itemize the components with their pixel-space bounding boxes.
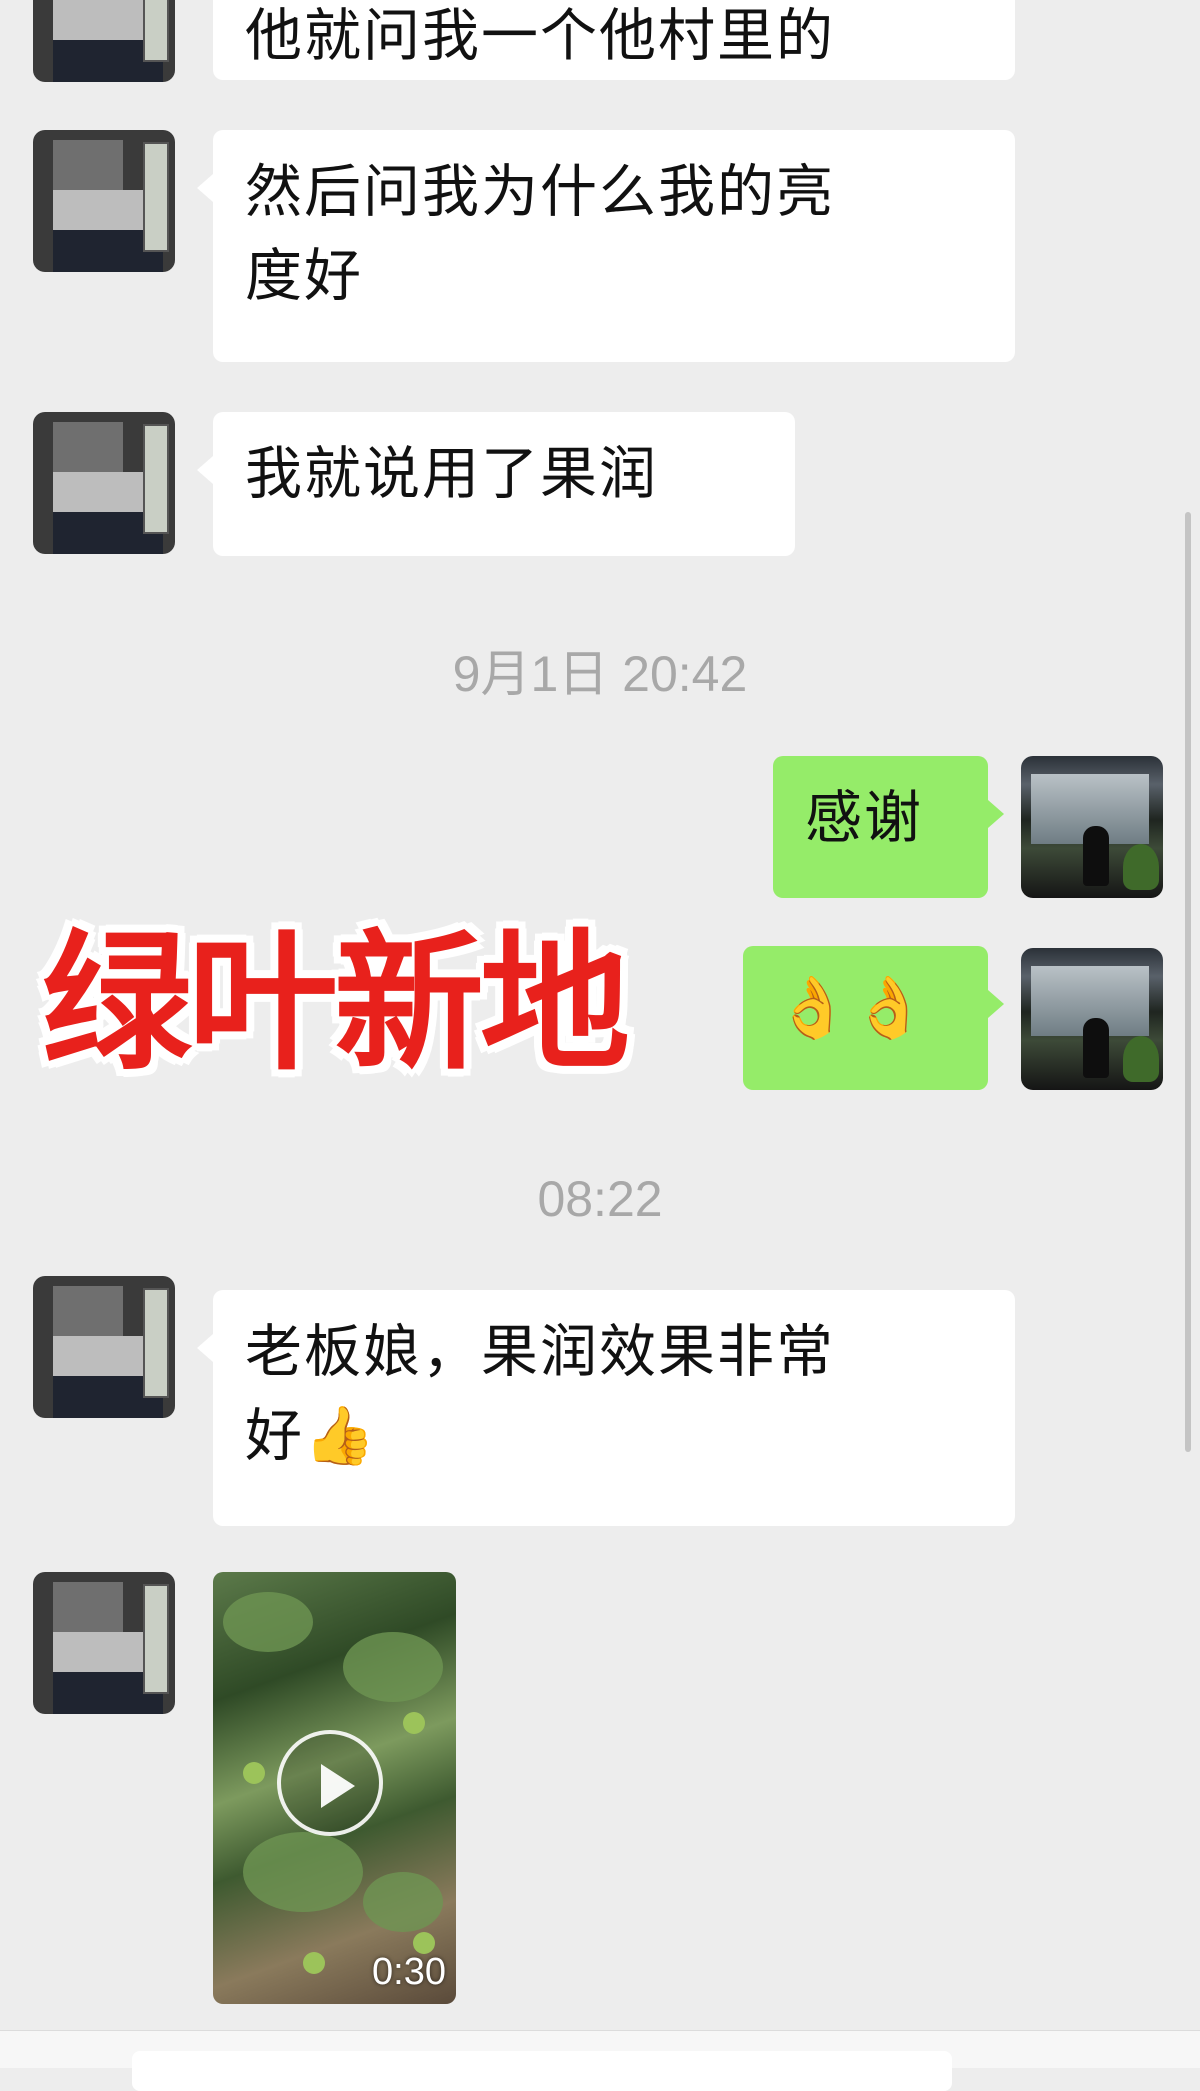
outgoing-message-bubble[interactable]: 👌👌	[743, 946, 1004, 1090]
message-text-line1: 然后问我为什么我的亮	[245, 159, 835, 225]
my-avatar[interactable]	[1021, 756, 1163, 898]
contact-avatar[interactable]	[33, 1572, 175, 1714]
contact-avatar[interactable]	[33, 412, 175, 554]
message-text: 感谢	[805, 785, 923, 851]
message-text: 他就问我一个他村里的	[245, 3, 835, 69]
chat-input-bar	[0, 2030, 1200, 2091]
chat-timestamp: 08:22	[537, 1171, 663, 1227]
message-bubble[interactable]: 我就说用了果润	[197, 412, 795, 556]
message-bubble[interactable]: 老板娘，果润效果非常 好👍	[197, 1290, 1015, 1526]
message-text-line2: 好👍	[245, 1403, 377, 1469]
contact-avatar[interactable]	[33, 0, 175, 82]
ok-hand-emoji: 👌👌	[775, 973, 929, 1043]
my-avatar[interactable]	[1021, 948, 1163, 1090]
chat-timestamp: 9月1日 20:42	[452, 646, 748, 702]
message-text: 我就说用了果润	[245, 441, 658, 507]
contact-avatar[interactable]	[33, 130, 175, 272]
watermark-text: 绿叶新地	[42, 917, 630, 1091]
message-bubble[interactable]: 他就问我一个他村里的	[213, 0, 1015, 80]
scrollbar[interactable]	[1185, 512, 1191, 1452]
message-text-line1: 老板娘，果润效果非常	[245, 1319, 835, 1385]
video-message[interactable]: 0:30	[213, 1572, 456, 2004]
outgoing-message-bubble[interactable]: 感谢	[773, 756, 1004, 898]
video-duration: 0:30	[372, 1951, 446, 1993]
message-text-line2: 度好	[245, 243, 363, 309]
message-input[interactable]	[132, 2051, 952, 2091]
contact-avatar[interactable]	[33, 1276, 175, 1418]
message-bubble[interactable]: 然后问我为什么我的亮 度好	[197, 130, 1015, 362]
play-icon[interactable]	[277, 1730, 383, 1836]
